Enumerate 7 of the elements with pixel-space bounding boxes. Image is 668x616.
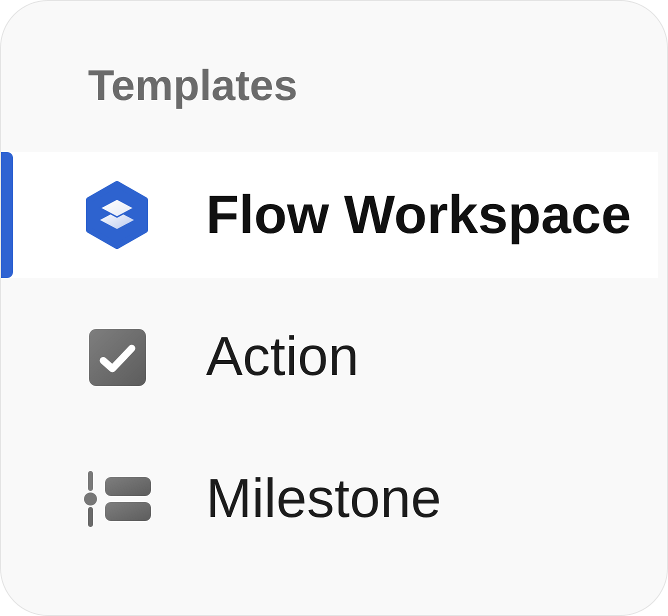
template-item[interactable]: Flow Workspace [1,152,658,278]
template-item[interactable]: Action [1,294,658,420]
stacked-layers-hexagon-icon [85,180,149,250]
checkbox-icon [88,328,146,386]
section-heading: Templates [87,61,298,111]
template-item[interactable]: Milestone [1,436,658,562]
timeline-icon [83,471,151,527]
